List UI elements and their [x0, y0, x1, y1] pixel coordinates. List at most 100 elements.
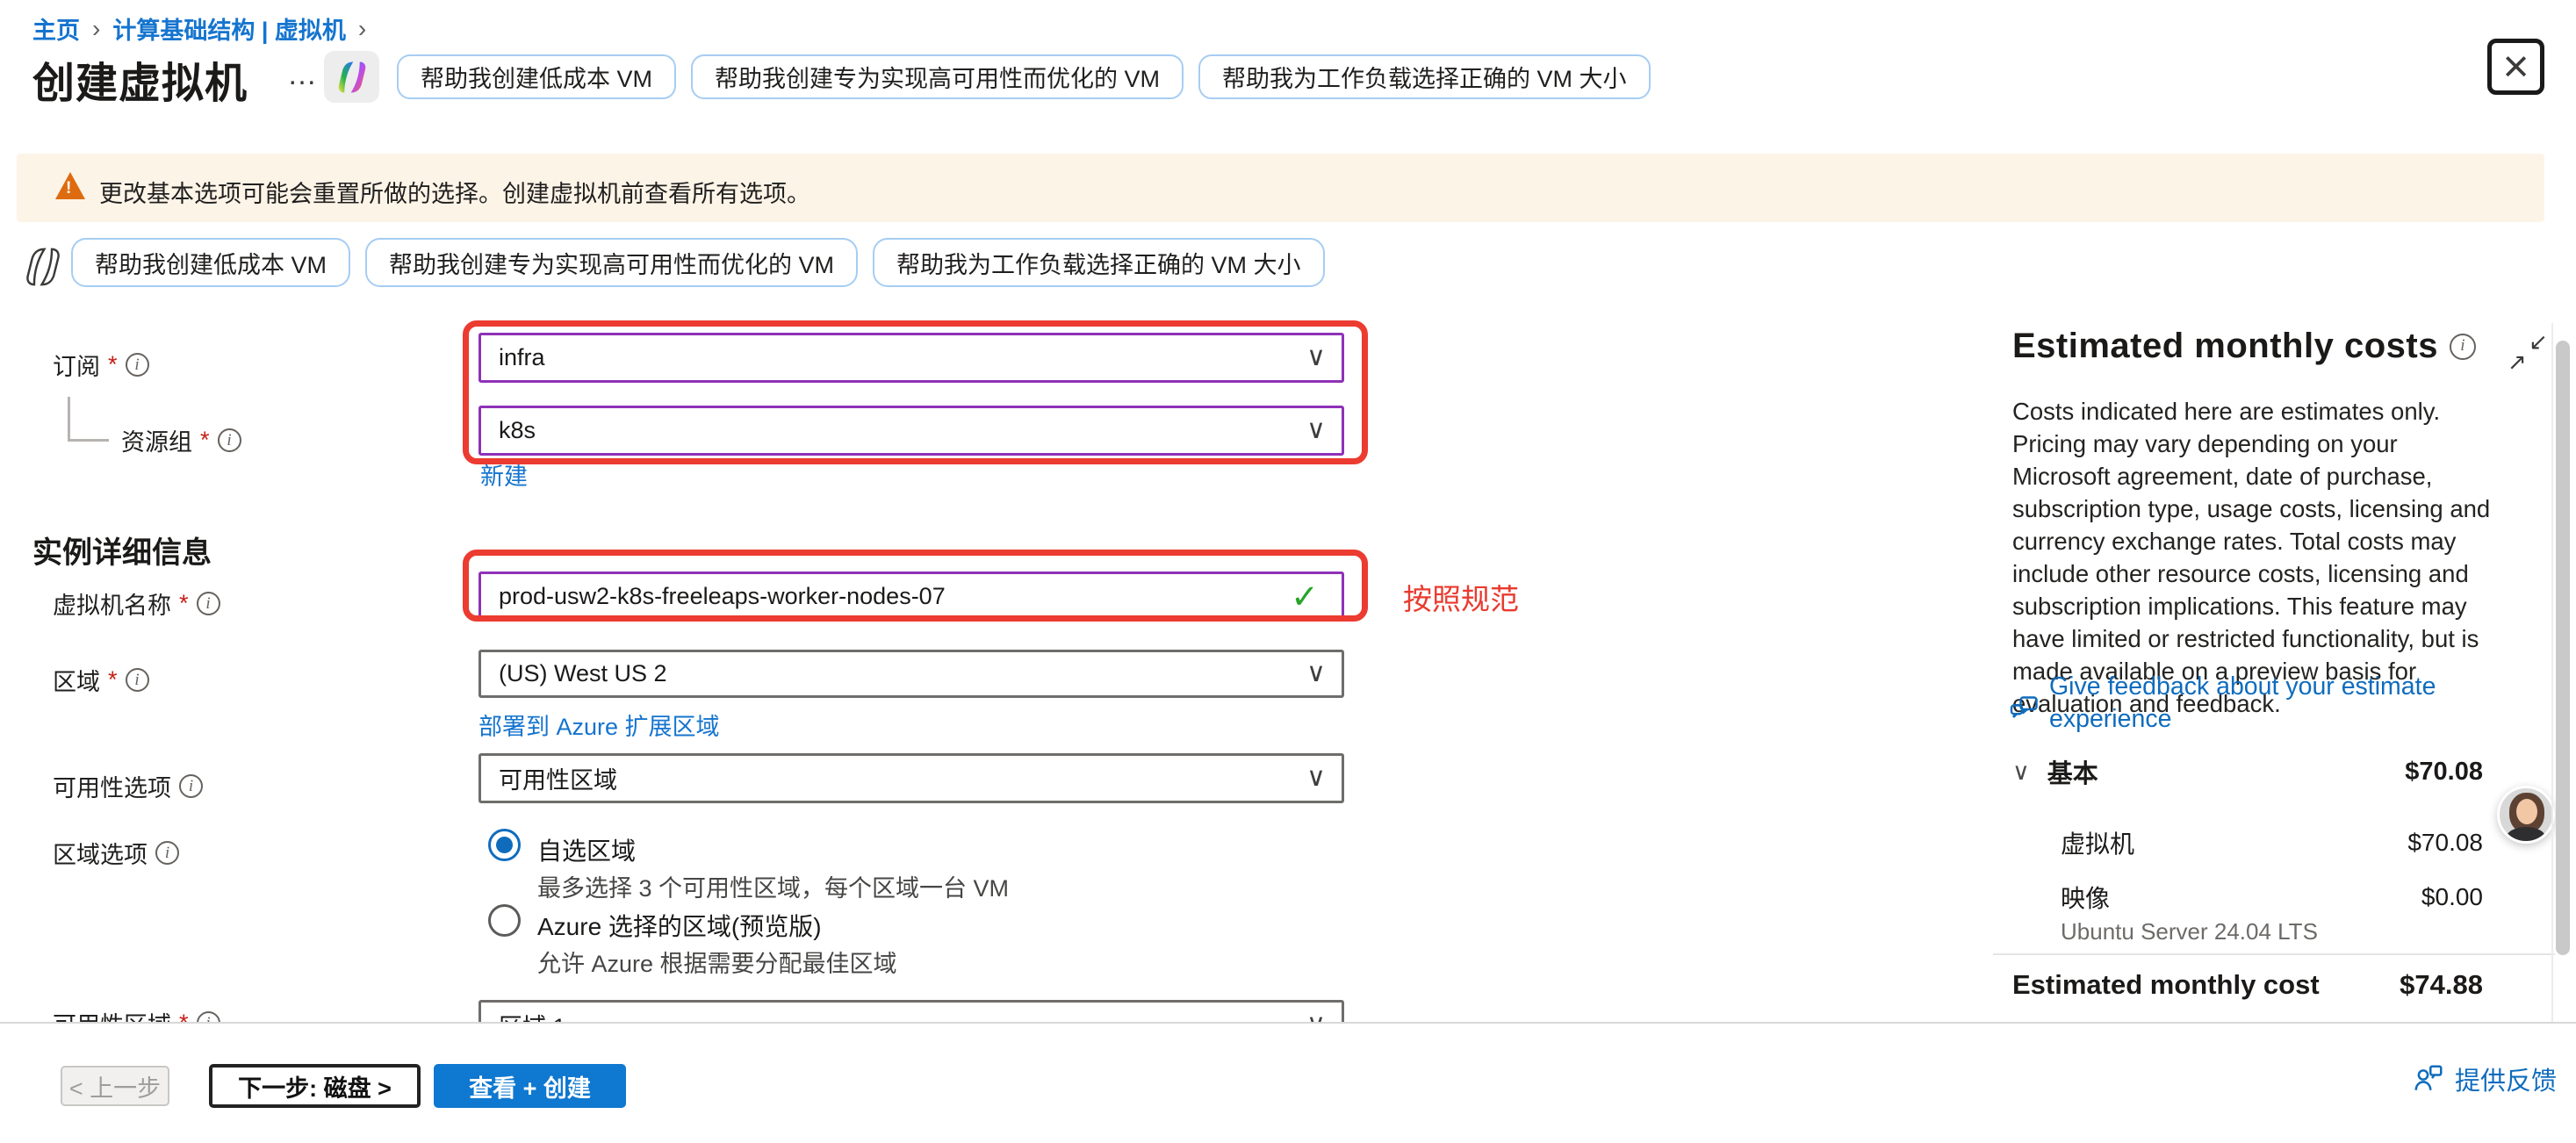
scrollbar-thumb[interactable] — [2556, 341, 2570, 955]
avatar-body — [2506, 827, 2546, 844]
collapse-panel-button[interactable] — [2508, 332, 2548, 372]
divider — [1993, 953, 2555, 955]
availability-options-label: 可用性选项 — [53, 769, 203, 803]
info-icon[interactable] — [197, 592, 220, 615]
self-selected-zone-desc: 最多选择 3 个可用性区域，每个区域一台 VM — [537, 869, 1009, 903]
region-dropdown[interactable]: (US) West US 2 — [479, 650, 1344, 698]
cost-panel-title: Estimated monthly costs — [2012, 327, 2438, 366]
total-cost-label: Estimated monthly cost — [2012, 969, 2320, 1001]
chevron-right-icon — [92, 15, 100, 43]
breadcrumb-home-link[interactable]: 主页 — [32, 11, 80, 46]
info-icon[interactable] — [179, 774, 203, 798]
assistant-avatar[interactable] — [2497, 786, 2555, 844]
annotation-note: 按照规范 — [1403, 576, 1519, 618]
valid-check-icon — [1291, 577, 1319, 616]
suggestion-high-availability-button[interactable]: 帮助我创建专为实现高可用性而优化的 VM — [691, 54, 1184, 99]
suggestion-low-cost-vm-button[interactable]: 帮助我创建低成本 VM — [397, 54, 676, 99]
chevron-down-icon[interactable] — [2012, 758, 2030, 786]
suggestion-low-cost-vm-button[interactable]: 帮助我创建低成本 VM — [71, 238, 350, 287]
suggestion-right-size-button[interactable]: 帮助我为工作负载选择正确的 VM 大小 — [1198, 54, 1651, 99]
cost-group-amount: $70.08 — [2405, 758, 2483, 787]
cost-row-amount: $0.00 — [2421, 883, 2483, 911]
breadcrumb: 主页 计算基础结构 | 虚拟机 — [32, 11, 366, 46]
info-icon[interactable] — [126, 353, 149, 377]
suggestion-right-size-button[interactable]: 帮助我为工作负载选择正确的 VM 大小 — [873, 238, 1325, 287]
resource-group-label: 资源组* — [121, 423, 241, 457]
chevron-down-icon — [1306, 657, 1326, 687]
give-feedback-link[interactable]: 提供反馈 — [2413, 1060, 2557, 1097]
warning-text: 更改基本选项可能会重置所做的选择。创建虚拟机前查看所有选项。 — [99, 175, 810, 209]
cost-row-amount: $70.08 — [2407, 829, 2483, 857]
indent-connector — [68, 397, 70, 439]
zone-options-label: 区域选项 — [53, 836, 179, 870]
close-button[interactable] — [2487, 39, 2544, 95]
avatar-face — [2516, 799, 2537, 824]
create-new-resource-group-link[interactable]: 新建 — [480, 457, 528, 492]
copilot-suggestions-top: 帮助我创建低成本 VM 帮助我创建专为实现高可用性而优化的 VM 帮助我为工作负… — [397, 54, 1651, 99]
indent-connector — [68, 439, 109, 442]
warning-icon — [55, 172, 85, 199]
vm-name-label: 虚拟机名称* — [53, 586, 220, 621]
resource-group-value: k8s — [499, 417, 536, 444]
vm-name-value: prod-usw2-k8s-freeleaps-worker-nodes-07 — [499, 583, 946, 610]
azure-selected-zone-radio[interactable] — [488, 904, 521, 937]
cost-row-label: 虚拟机 — [2061, 825, 2134, 860]
scrollbar-track[interactable] — [2551, 323, 2553, 1022]
person-feedback-icon — [2413, 1063, 2444, 1095]
suggestion-high-availability-button[interactable]: 帮助我创建专为实现高可用性而优化的 VM — [365, 238, 858, 287]
copilot-icon — [334, 60, 371, 95]
info-icon[interactable] — [126, 668, 149, 692]
cost-row-label: 映像 — [2061, 880, 2110, 915]
more-options-button[interactable]: … — [287, 58, 320, 92]
cost-row-image: 映像 $0.00 — [2061, 880, 2483, 915]
chevron-down-icon — [1306, 413, 1326, 444]
previous-step-button[interactable]: < 上一步 — [61, 1066, 169, 1106]
self-selected-zone-radio[interactable] — [488, 829, 521, 861]
info-icon[interactable] — [2450, 334, 2476, 360]
cost-panel-header: Estimated monthly costs — [2012, 327, 2476, 366]
copilot-outline-icon[interactable] — [23, 246, 63, 288]
azure-selected-zone-desc: 允许 Azure 根据需要分配最佳区域 — [537, 945, 897, 979]
region-label: 区域* — [53, 663, 149, 697]
availability-zone-value: 区域 1 — [499, 1008, 566, 1022]
info-icon[interactable] — [155, 841, 179, 865]
estimate-feedback-link[interactable]: Give feedback about your estimate experi… — [2049, 671, 2493, 736]
info-icon[interactable] — [197, 1011, 220, 1022]
availability-options-dropdown[interactable]: 可用性区域 — [479, 753, 1344, 803]
availability-options-value: 可用性区域 — [499, 761, 617, 795]
breadcrumb-section-link[interactable]: 计算基础结构 | 虚拟机 — [112, 11, 346, 46]
feedback-bubbles-icon — [2009, 694, 2040, 725]
cost-row-vm: 虚拟机 $70.08 — [2061, 825, 2483, 860]
self-selected-zone-label[interactable]: 自选区域 — [537, 832, 636, 867]
subscription-dropdown[interactable]: infra — [479, 333, 1344, 383]
total-cost-row: Estimated monthly cost $74.88 — [2012, 969, 2483, 1001]
vm-name-input[interactable]: prod-usw2-k8s-freeleaps-worker-nodes-07 — [479, 572, 1344, 622]
page-content: 主页 计算基础结构 | 虚拟机 创建虚拟机 … 帮助我创建低成本 — [0, 0, 2576, 1022]
resource-group-dropdown[interactable]: k8s — [479, 406, 1344, 456]
close-icon — [2502, 44, 2529, 90]
instance-details-section-title: 实例详细信息 — [32, 528, 212, 572]
availability-zone-dropdown[interactable]: 区域 1 — [479, 1000, 1344, 1022]
next-step-disks-button[interactable]: 下一步: 磁盘 > — [209, 1064, 421, 1108]
subscription-value: infra — [499, 344, 545, 371]
chevron-right-icon — [358, 15, 366, 43]
azure-selected-zone-label[interactable]: Azure 选择的区域(预览版) — [537, 908, 822, 943]
info-icon[interactable] — [218, 428, 241, 452]
warning-banner: 更改基本选项可能会重置所做的选择。创建虚拟机前查看所有选项。 — [17, 154, 2544, 222]
availability-zone-label: 可用性区域* — [53, 1006, 220, 1022]
edge-zone-link[interactable]: 部署到 Azure 扩展区域 — [479, 708, 720, 742]
region-value: (US) West US 2 — [499, 660, 667, 687]
cost-group-label: 基本 — [2047, 753, 2098, 790]
review-create-button[interactable]: 查看 + 创建 — [434, 1064, 626, 1108]
chevron-down-icon — [1306, 341, 1326, 371]
page-title: 创建虚拟机 — [32, 48, 248, 110]
cost-group-row: 基本 $70.08 — [2012, 753, 2483, 790]
chevron-down-icon — [1306, 1008, 1326, 1022]
footer-bar: < 上一步 下一步: 磁盘 > 查看 + 创建 提供反馈 — [0, 1022, 2576, 1143]
cost-row-subtext: Ubuntu Server 24.04 LTS — [2061, 918, 2318, 945]
copilot-suggestions-inline: 帮助我创建低成本 VM 帮助我创建专为实现高可用性而优化的 VM 帮助我为工作负… — [71, 238, 1325, 287]
subscription-label: 订阅* — [53, 348, 149, 382]
give-feedback-label: 提供反馈 — [2455, 1060, 2557, 1097]
copilot-button[interactable] — [324, 51, 379, 103]
total-cost-amount: $74.88 — [2400, 969, 2483, 1001]
